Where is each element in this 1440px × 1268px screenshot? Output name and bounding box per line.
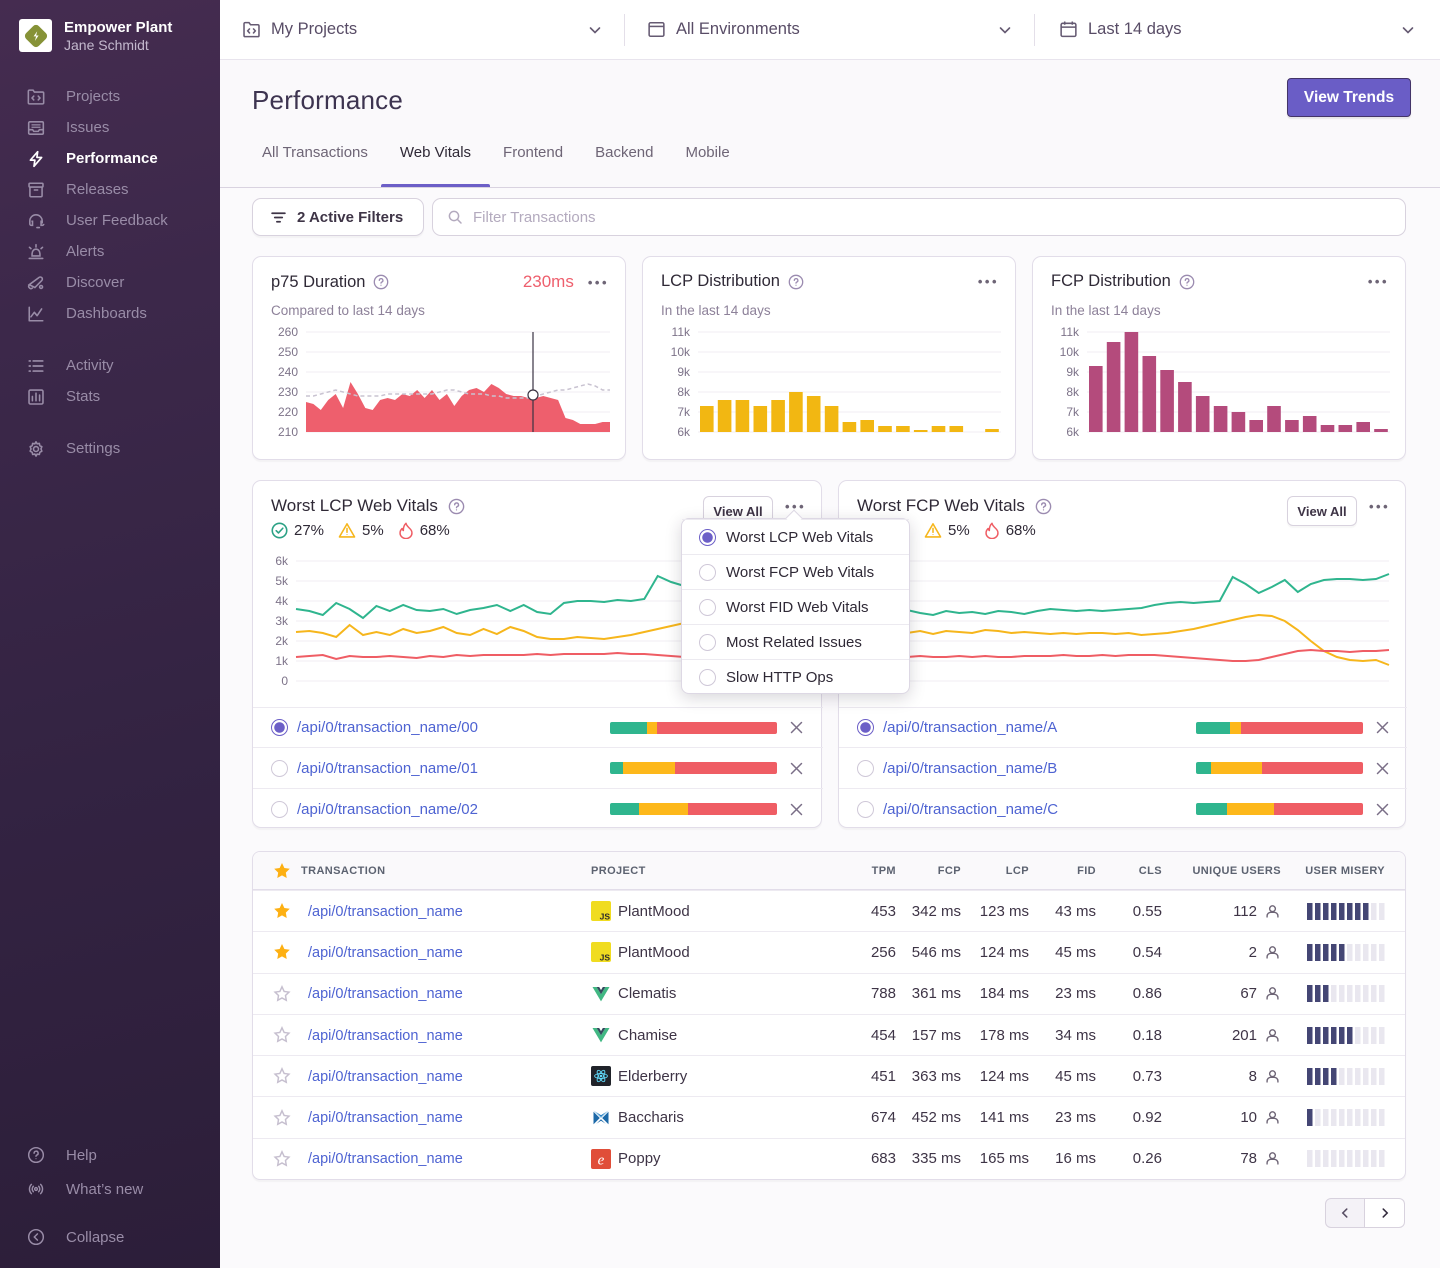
svg-text:JS: JS bbox=[600, 912, 611, 922]
svg-text:9k: 9k bbox=[1066, 365, 1080, 379]
svg-text:6k: 6k bbox=[1066, 425, 1080, 439]
svg-text:260: 260 bbox=[278, 325, 298, 339]
svg-text:5k: 5k bbox=[275, 574, 289, 588]
svg-text:7k: 7k bbox=[1066, 405, 1080, 419]
svg-text:JS: JS bbox=[600, 953, 611, 963]
svg-text:3k: 3k bbox=[275, 614, 289, 628]
svg-text:6k: 6k bbox=[275, 554, 289, 568]
svg-text:2k: 2k bbox=[275, 634, 289, 648]
svg-text:220: 220 bbox=[278, 405, 298, 419]
svg-text:250: 250 bbox=[278, 345, 298, 359]
svg-text:210: 210 bbox=[278, 425, 298, 439]
svg-text:e: e bbox=[598, 1152, 605, 1168]
svg-text:240: 240 bbox=[278, 365, 298, 379]
svg-text:7k: 7k bbox=[677, 405, 691, 419]
svg-text:0: 0 bbox=[281, 674, 288, 688]
svg-text:230: 230 bbox=[278, 385, 298, 399]
svg-text:8k: 8k bbox=[677, 385, 691, 399]
svg-text:10k: 10k bbox=[1060, 345, 1080, 359]
svg-text:1k: 1k bbox=[275, 654, 289, 668]
svg-text:11k: 11k bbox=[1061, 325, 1080, 339]
svg-text:8k: 8k bbox=[1066, 385, 1080, 399]
svg-text:6k: 6k bbox=[677, 425, 691, 439]
svg-text:10k: 10k bbox=[671, 345, 691, 359]
svg-text:11k: 11k bbox=[672, 325, 691, 339]
svg-text:9k: 9k bbox=[677, 365, 691, 379]
svg-text:4k: 4k bbox=[275, 594, 289, 608]
